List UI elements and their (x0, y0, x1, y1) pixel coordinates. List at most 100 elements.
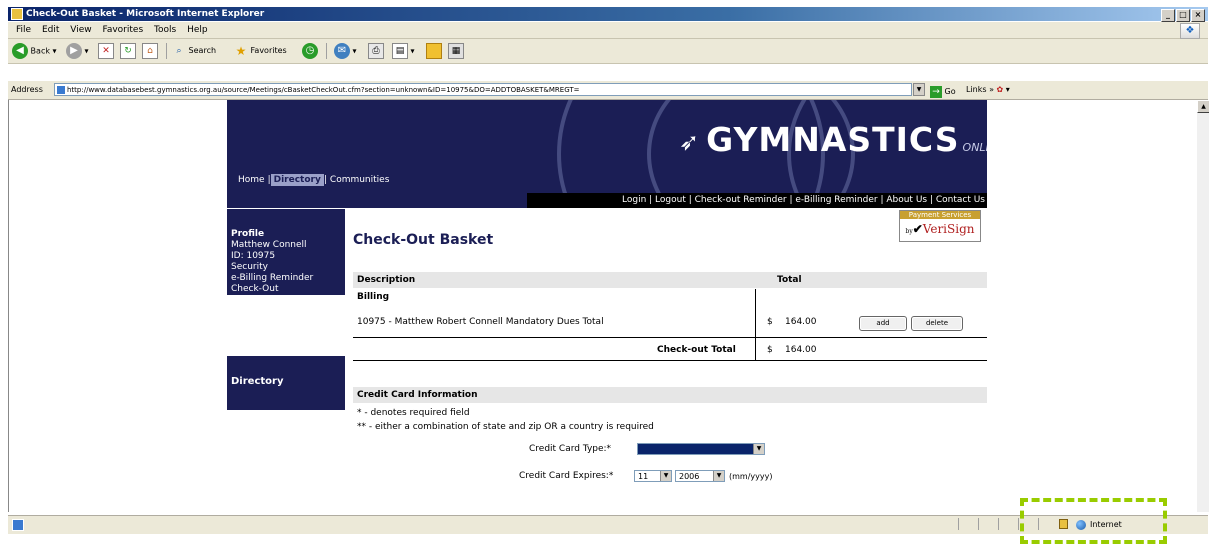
line-item-currency: $ (767, 317, 773, 327)
site-subnav[interactable]: Login | Logout | Check-out Reminder | e-… (527, 193, 987, 208)
go-arrow-icon: → (930, 85, 942, 98)
site-header: ➶GYMNASTICSONLINE Home|Directory|Communi… (227, 100, 987, 208)
search-icon: ⌕ (176, 45, 182, 56)
mail-button[interactable]: ✉ ▾ (334, 43, 357, 59)
maximize-button[interactable]: □ (1176, 9, 1190, 22)
gymnast-logo-icon: ➶ (679, 127, 701, 156)
expiry-year-value: 2006 (679, 472, 700, 481)
menu-edit[interactable]: Edit (42, 25, 59, 35)
minimize-button[interactable]: _ (1161, 9, 1175, 22)
edit-icon: ▤ (392, 43, 408, 59)
address-bar: Address http://www.databasebest.gymnasti… (8, 81, 1208, 100)
col-description: Description (357, 275, 416, 285)
star-icon: ★ (235, 43, 247, 58)
window-title-bar: Check-Out Basket - Microsoft Internet Ex… (8, 7, 1208, 22)
sidebar-item-ebilling[interactable]: e-Billing Reminder (227, 273, 345, 284)
nav-communities[interactable]: Communities (327, 175, 393, 185)
nav-directory[interactable]: Directory (270, 174, 324, 186)
menu-view[interactable]: View (70, 25, 91, 35)
page-status-icon (12, 519, 24, 531)
chevron-down-icon: ▼ (660, 471, 671, 481)
menu-help[interactable]: Help (187, 25, 208, 35)
links-button[interactable]: Links » ✿ ▾ (966, 81, 1010, 99)
search-button[interactable]: ⌕ Search (172, 43, 216, 59)
table-divider (755, 289, 756, 361)
verisign-by: by (905, 228, 913, 235)
nav-home[interactable]: Home (235, 175, 268, 185)
back-label: Back (30, 46, 50, 56)
status-pane (1018, 518, 1019, 530)
toolbar-extension-icon: ✿ (996, 85, 1004, 94)
go-button[interactable]: → Go (930, 83, 956, 101)
favorites-button[interactable]: ★ Favorites (234, 43, 287, 59)
checkout-total-label: Check-out Total (657, 345, 736, 355)
address-dropdown-button[interactable]: ▼ (913, 83, 925, 96)
back-arrow-icon: ◀ (12, 43, 28, 59)
windows-logo-icon: ❖ (1180, 23, 1200, 39)
line-item-amount: 164.00 (785, 317, 817, 327)
sidebar-item-security[interactable]: Security (227, 262, 345, 273)
forward-arrow-icon: ▶ (66, 43, 82, 59)
refresh-button[interactable]: ↻ (120, 43, 136, 59)
menu-tools[interactable]: Tools (154, 25, 176, 35)
col-total: Total (777, 275, 802, 285)
favorites-label: Favorites (250, 46, 287, 55)
sidebar-item-checkout[interactable]: Check-Out (227, 284, 345, 295)
scroll-up-arrow-icon[interactable]: ▲ (1197, 100, 1209, 113)
menu-bar: File Edit View Favorites Tools Help ❖ (8, 22, 1208, 39)
check-icon: ✔ (912, 222, 923, 236)
address-input[interactable]: http://www.databasebest.gymnastics.org.a… (54, 83, 912, 96)
refresh-icon: ↻ (120, 43, 136, 59)
home-button[interactable]: ⌂ (142, 43, 158, 59)
folder-button[interactable] (426, 43, 442, 59)
chevron-down-icon: ▼ (713, 471, 724, 481)
menu-file[interactable]: File (16, 25, 31, 35)
sidebar-profile-title: Profile (231, 229, 265, 239)
vertical-scrollbar[interactable]: ▲ (1197, 100, 1209, 512)
mail-icon: ✉ (334, 43, 350, 59)
expiry-year-select[interactable]: 2006 ▼ (675, 470, 725, 482)
card-type-select[interactable]: ▼ (637, 443, 765, 455)
total-currency: $ (767, 345, 773, 355)
messenger-button[interactable]: ▦ (448, 43, 464, 59)
sidebar-item-name[interactable]: Matthew Connell (227, 240, 345, 251)
address-url: http://www.databasebest.gymnastics.org.a… (67, 86, 580, 94)
row-divider (353, 360, 987, 361)
stop-button[interactable]: ✕ (98, 43, 114, 59)
credit-card-heading: Credit Card Information (353, 387, 987, 403)
window-title: Check-Out Basket - Microsoft Internet Ex… (26, 9, 265, 19)
sidebar-directory: Directory (227, 356, 345, 410)
history-icon: ◷ (302, 43, 318, 59)
site-nav: Home | Directory | Communities (235, 173, 392, 187)
sidebar-directory-title[interactable]: Directory (227, 376, 345, 387)
forward-button[interactable]: ▶ ▾ (66, 43, 89, 59)
toolbar-divider (326, 43, 327, 59)
toolbar: ◀ Back ▾ ▶ ▾ ✕ ↻ ⌂ ⌕ Search ★ Favorites … (8, 39, 1208, 64)
site-logo-subtext: ONLINE (962, 141, 987, 154)
state-zip-note: ** - either a combination of state and z… (357, 422, 654, 432)
menu-favorites[interactable]: Favorites (102, 25, 143, 35)
home-icon: ⌂ (142, 43, 158, 59)
status-pane (958, 518, 959, 530)
status-pane (998, 518, 999, 530)
browser-viewport: ➶GYMNASTICSONLINE Home|Directory|Communi… (8, 100, 1209, 512)
add-button[interactable]: add (859, 316, 907, 331)
expiry-month-value: 11 (638, 472, 649, 481)
expiry-month-select[interactable]: 11 ▼ (634, 470, 672, 482)
back-button[interactable]: ◀ Back ▾ (12, 43, 57, 59)
edit-button[interactable]: ▤ ▾ (392, 43, 415, 59)
verisign-badge[interactable]: Payment Services by✔VeriSign (899, 210, 981, 242)
site-logo[interactable]: ➶GYMNASTICSONLINE (679, 120, 987, 168)
history-button[interactable]: ◷ (302, 43, 318, 59)
address-label: Address (11, 85, 43, 94)
card-expires-label: Credit Card Expires:* (519, 471, 614, 481)
row-divider (353, 337, 987, 338)
checkout-total-amount: 164.00 (785, 345, 817, 355)
delete-button[interactable]: delete (911, 316, 963, 331)
toolbar-divider (166, 43, 167, 59)
print-button[interactable]: ⎙ (368, 43, 384, 59)
sidebar-item-id: ID: 10975 (231, 251, 276, 261)
close-button[interactable]: × (1191, 9, 1205, 22)
search-label: Search (188, 46, 217, 55)
verisign-name: VeriSign (922, 222, 975, 236)
